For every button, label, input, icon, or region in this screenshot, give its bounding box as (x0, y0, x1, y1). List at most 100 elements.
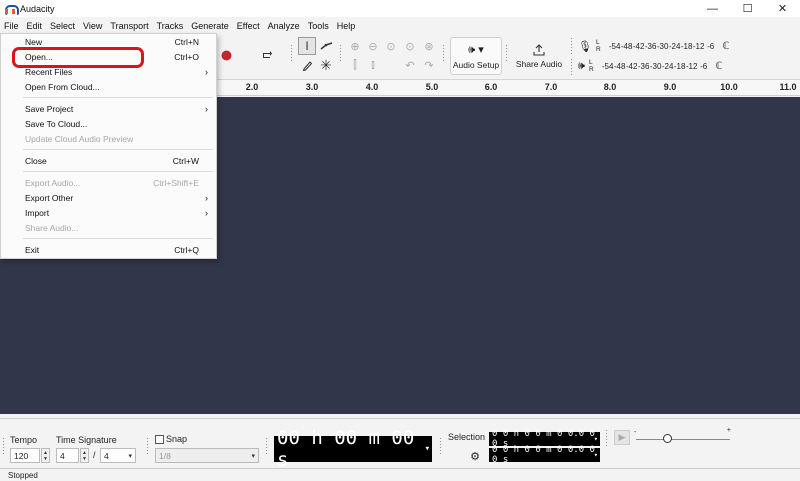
meter-tick: -30 (656, 41, 669, 51)
play-speed-slider[interactable]: - + (634, 427, 731, 443)
chevron-down-icon: ▾ (593, 435, 598, 443)
envelope-tool-button[interactable] (317, 37, 335, 55)
meter-l: L (595, 39, 600, 46)
zoom-toggle-button[interactable]: ⊛ (420, 37, 438, 55)
close-button[interactable]: ✕ (765, 0, 800, 17)
audio-setup-label: Audio Setup (452, 59, 500, 70)
menu-file[interactable]: File (0, 21, 23, 31)
tempo-stepper[interactable]: ▲ ▼ (41, 448, 50, 463)
selection-end-time[interactable]: 0 0 h 0 0 m 0 0.0 0 0 s ▾ (489, 445, 600, 465)
menu-help[interactable]: Help (333, 21, 360, 31)
menu-item-open-from-cloud[interactable]: Open From Cloud... (1, 80, 216, 94)
meter-tick: -12 (685, 61, 698, 71)
toolbar-grip[interactable] (505, 44, 509, 62)
toolbar-grip[interactable] (442, 44, 446, 62)
meter-tick: -48 (613, 61, 626, 71)
menu-analyze[interactable]: Analyze (264, 21, 304, 31)
menu-separator (23, 171, 213, 172)
menu-tracks[interactable]: Tracks (153, 21, 188, 31)
menu-effect[interactable]: Effect (233, 21, 264, 31)
multi-tool-button[interactable]: ✳ (317, 56, 335, 74)
meter-options-icon[interactable]: ℂ (723, 41, 730, 52)
record-icon (221, 50, 231, 60)
tempo-input[interactable]: 120 (10, 448, 40, 463)
playback-meter[interactable]: 🕪 LR -54 -48 -42 -36 -30 -24 -18 -12 -6 … (578, 57, 723, 75)
menu-item-update-cloud-preview: Update Cloud Audio Preview (1, 132, 216, 146)
slider-handle[interactable] (663, 434, 672, 443)
menu-item-export-other[interactable]: Export Other › (1, 191, 216, 205)
meter-tick: -54 (608, 41, 621, 51)
loop-button[interactable] (258, 46, 276, 64)
menu-generate[interactable]: Generate (187, 21, 233, 31)
fit-selection-button[interactable]: ⊙ (382, 37, 400, 55)
meter-l: L (588, 59, 593, 66)
menu-item-label: Update Cloud Audio Preview (25, 134, 134, 144)
menu-item-import[interactable]: Import › (1, 206, 216, 220)
menu-select[interactable]: Select (46, 21, 79, 31)
share-audio-button[interactable]: Share Audio (513, 37, 565, 75)
silence-audio-button[interactable]: ⫾ (364, 56, 382, 74)
time-signature-numerator[interactable]: 4 (56, 448, 79, 463)
maximize-button[interactable]: ☐ (730, 0, 765, 17)
redo-button[interactable]: ↷ (420, 56, 438, 74)
menu-item-close[interactable]: Close Ctrl+W (1, 154, 216, 168)
menu-item-label: Exit (25, 245, 40, 255)
zoom-fit-selection-icon: ⊙ (386, 40, 396, 53)
toolbar-grip[interactable] (290, 44, 294, 62)
time-display[interactable]: 00 h 00 m 00 s ▾ (274, 427, 432, 471)
meter-lr-label: LR (596, 39, 601, 53)
toolbar-grip[interactable] (570, 58, 574, 76)
menu-separator (23, 97, 213, 98)
ruler-label: 11.0 (779, 82, 797, 92)
slider-max-icon: + (726, 427, 731, 434)
selection-start-time[interactable]: 0 0 h 0 0 m 0 0.0 0 0 s ▾ (489, 429, 600, 449)
fit-project-button[interactable]: ⊙ (401, 37, 419, 55)
undo-button[interactable]: ↶ (401, 56, 419, 74)
selection-label: Selection (448, 432, 486, 442)
play-at-speed-button[interactable]: ▶ (614, 430, 630, 445)
chevron-right-icon: › (205, 208, 208, 218)
meter-tick: -24 (661, 61, 674, 71)
audio-setup-button[interactable]: 🕪 ▾ Audio Setup (450, 37, 502, 75)
zoom-fit-project-icon: ⊙ (405, 40, 415, 53)
toolbar-grip[interactable] (265, 437, 269, 455)
ruler-label: 5.0 (425, 82, 439, 92)
snap-checkbox[interactable] (155, 435, 164, 444)
draw-tool-button[interactable] (298, 56, 316, 74)
menu-tools[interactable]: Tools (304, 21, 333, 31)
menu-transport[interactable]: Transport (106, 21, 152, 31)
record-meter[interactable]: 🎙 LR -54 -48 -42 -36 -30 -24 -18 -12 -6 … (578, 37, 730, 55)
toolbar-grip[interactable] (2, 437, 6, 455)
time-signature-stepper[interactable]: ▲ ▼ (80, 448, 89, 463)
tempo-label: Tempo (10, 435, 38, 445)
toolbar-grip[interactable] (439, 437, 443, 455)
ruler-label: 3.0 (305, 82, 319, 92)
share-upload-icon (533, 43, 545, 56)
pencil-icon (302, 60, 312, 71)
record-button[interactable] (217, 46, 235, 64)
menu-view[interactable]: View (79, 21, 106, 31)
selection-tool-button[interactable]: I (298, 37, 316, 55)
toolbar-grip[interactable] (570, 37, 574, 55)
menu-item-save-project[interactable]: Save Project › (1, 102, 216, 116)
menu-item-save-to-cloud[interactable]: Save To Cloud... (1, 117, 216, 131)
menu-item-exit[interactable]: Exit Ctrl+Q (1, 243, 216, 257)
meter-options-icon[interactable]: ℂ (716, 61, 723, 72)
meter-r: R (595, 46, 601, 53)
zoom-in-button[interactable]: ⊕ (346, 37, 364, 55)
selection-settings-button[interactable]: ⚙ (468, 449, 482, 463)
chevron-right-icon: › (205, 67, 208, 77)
toolbar-grip[interactable] (339, 44, 343, 62)
snap-select[interactable]: 1/8 ▾ (155, 448, 259, 463)
trim-audio-button[interactable]: ⫿ (346, 56, 364, 74)
share-audio-label: Share Audio (515, 58, 563, 69)
minimize-button[interactable]: — (695, 0, 730, 17)
loop-icon (263, 51, 272, 58)
time-signature-denominator[interactable]: 4 ▾ (100, 448, 136, 463)
ruler-label: 7.0 (544, 82, 558, 92)
toolbar-grip[interactable] (605, 429, 609, 447)
zoom-out-button[interactable]: ⊖ (364, 37, 382, 55)
menu-item-label: Open From Cloud... (25, 82, 100, 92)
menu-edit[interactable]: Edit (23, 21, 47, 31)
toolbar-grip[interactable] (146, 437, 150, 455)
